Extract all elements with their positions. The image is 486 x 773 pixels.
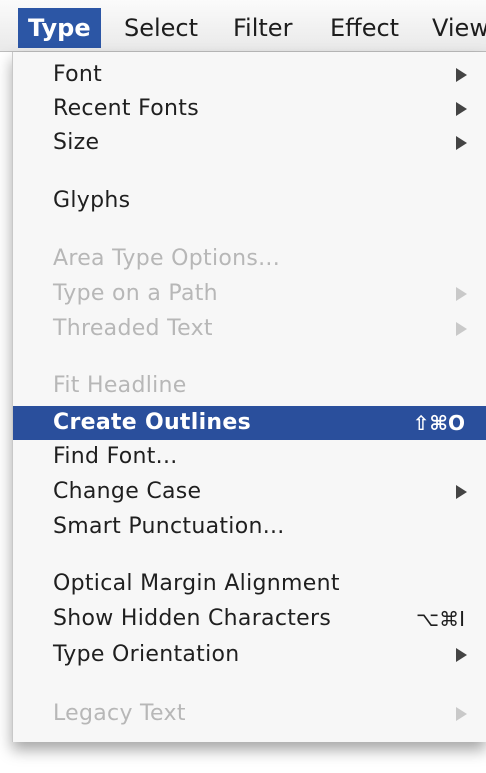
menu-item-change-case[interactable]: Change Case: [13, 475, 486, 509]
submenu-arrow-icon: [456, 707, 467, 721]
menu-item-label: Glyphs: [53, 188, 131, 213]
menu-select[interactable]: Select: [124, 10, 198, 46]
menu-item-label: Smart Punctuation...: [53, 514, 285, 539]
menu-item-create-outlines[interactable]: Create Outlines ⇧⌘O: [13, 406, 486, 440]
shortcut-label: ⌥⌘I: [416, 607, 465, 631]
menu-item-font[interactable]: Font: [13, 58, 486, 92]
menu-item-label: Legacy Text: [53, 701, 186, 726]
menu-bar: Type Select Filter Effect View: [0, 0, 486, 52]
menu-item-smart-punctuation[interactable]: Smart Punctuation...: [13, 510, 486, 544]
menu-filter[interactable]: Filter: [233, 10, 292, 46]
menu-item-label: Optical Margin Alignment: [53, 571, 340, 596]
menu-item-size[interactable]: Size: [13, 126, 486, 160]
menu-item-label: Type on a Path: [53, 281, 218, 306]
type-menu-dropdown: Font Recent Fonts Size Glyphs Area Type …: [12, 52, 486, 742]
submenu-arrow-icon: [456, 648, 467, 662]
menu-item-label: Threaded Text: [53, 316, 213, 341]
menu-item-legacy-text: Legacy Text: [13, 697, 486, 731]
submenu-arrow-icon: [456, 68, 467, 82]
menu-type[interactable]: Type: [18, 8, 101, 48]
menu-item-area-type-options: Area Type Options...: [13, 242, 486, 276]
menu-item-glyphs[interactable]: Glyphs: [13, 184, 486, 218]
menu-item-label: Area Type Options...: [53, 246, 281, 271]
menu-item-threaded-text: Threaded Text: [13, 312, 486, 346]
submenu-arrow-icon: [456, 485, 467, 499]
menu-item-recent-fonts[interactable]: Recent Fonts: [13, 92, 486, 126]
menu-item-show-hidden-characters[interactable]: Show Hidden Characters ⌥⌘I: [13, 602, 486, 636]
menu-effect[interactable]: Effect: [330, 10, 399, 46]
menu-item-label: Find Font...: [53, 444, 178, 469]
menu-view[interactable]: View: [432, 10, 486, 46]
menu-item-optical-margin-alignment[interactable]: Optical Margin Alignment: [13, 567, 486, 601]
menu-item-label: Recent Fonts: [53, 96, 199, 121]
menu-item-label: Font: [53, 62, 103, 87]
submenu-arrow-icon: [456, 322, 467, 336]
submenu-arrow-icon: [456, 287, 467, 301]
menu-item-label: Show Hidden Characters: [53, 606, 332, 631]
menu-item-label: Type Orientation: [53, 642, 240, 667]
submenu-arrow-icon: [456, 102, 467, 116]
menu-item-find-font[interactable]: Find Font...: [13, 440, 486, 474]
menu-item-fit-headline: Fit Headline: [13, 369, 486, 403]
submenu-arrow-icon: [456, 136, 467, 150]
menu-item-type-on-a-path: Type on a Path: [13, 277, 486, 311]
menu-item-type-orientation[interactable]: Type Orientation: [13, 638, 486, 672]
menu-item-label: Change Case: [53, 479, 202, 504]
menu-item-label: Create Outlines: [53, 410, 251, 435]
menu-item-label: Fit Headline: [53, 373, 187, 398]
menu-item-label: Size: [53, 130, 100, 155]
shortcut-label: ⇧⌘O: [412, 411, 465, 435]
